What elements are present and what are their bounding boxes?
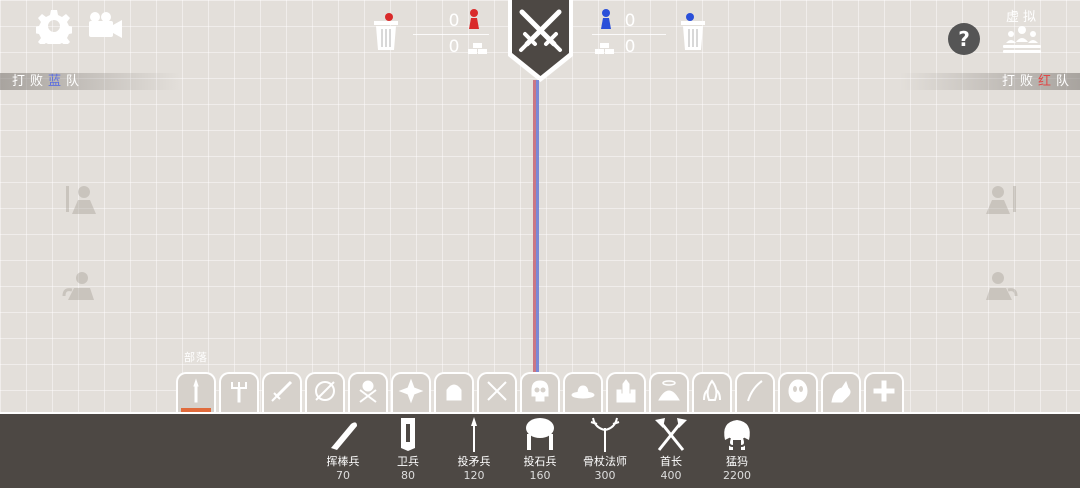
tab-dynasty[interactable]: [391, 372, 431, 412]
unit-count-left-icon: [64, 182, 100, 218]
unit-clubber[interactable]: 挥棒兵 70: [308, 416, 378, 483]
tab-spooky[interactable]: [520, 372, 560, 412]
cowboy-hat-icon: [570, 378, 596, 408]
tab-legacy[interactable]: [606, 372, 646, 412]
unit-bone-mage[interactable]: 骨杖法师 300: [570, 416, 640, 483]
red-unit-count: 0: [448, 11, 460, 31]
blue-pawn-icon: [598, 8, 614, 30]
crossed-axes-icon: [651, 416, 691, 452]
tab-ancient[interactable]: [305, 372, 345, 412]
start-battle-crossed-swords-icon[interactable]: [506, 0, 575, 84]
red-pawn-icon: [466, 8, 482, 30]
sword-icon: [269, 378, 295, 408]
score-divider: [592, 34, 666, 35]
unit-chieftain[interactable]: 首长 400: [636, 416, 706, 483]
viking-axe-icon: [355, 378, 381, 408]
shield-icon: [312, 378, 338, 408]
defeat-suffix: 队: [1055, 74, 1074, 89]
unit-name: 首长: [660, 455, 682, 468]
unit-name: 投石兵: [523, 455, 557, 468]
defeat-prefix: 打败: [1001, 74, 1038, 89]
tab-good[interactable]: [649, 372, 689, 412]
camera-icon[interactable]: [86, 10, 124, 40]
score-divider: [413, 34, 489, 35]
shuriken-icon: [398, 378, 424, 408]
boulder-icon: [520, 416, 560, 452]
tall-shield-icon: [388, 416, 428, 452]
unit-cost: 160: [529, 469, 551, 482]
halo-icon: [656, 378, 682, 408]
unit-protector[interactable]: 卫兵 80: [373, 416, 443, 483]
mammoth-icon: [717, 416, 757, 452]
battlefield-divider: [533, 80, 539, 410]
help-button[interactable]: ?: [948, 23, 980, 55]
faction-label: 部落: [184, 351, 208, 364]
castle-icon: [613, 378, 639, 408]
flame-icon: [699, 378, 725, 408]
unit-name: 投矛兵: [457, 455, 491, 468]
plus-icon: [871, 378, 897, 408]
spear-icon: [454, 416, 494, 452]
unit-name: 猛犸: [726, 455, 748, 468]
scythe-icon: [742, 378, 768, 408]
mask-icon: [785, 378, 811, 408]
tab-renaissance[interactable]: [434, 372, 474, 412]
helmet-icon: [441, 378, 467, 408]
antler-staff-icon: [585, 416, 625, 452]
club-icon: [323, 416, 363, 452]
tab-farmer[interactable]: [219, 372, 259, 412]
pose-right-icon: [982, 268, 1018, 304]
pose-left-icon: [62, 268, 98, 304]
unit-name: 卫兵: [397, 455, 419, 468]
clear-red-trash-icon[interactable]: [373, 12, 399, 52]
unit-name: 骨杖法师: [583, 455, 627, 468]
tab-add[interactable]: [864, 372, 904, 412]
gear-icon[interactable]: [34, 8, 74, 50]
simulate-label: 虚拟: [1005, 10, 1040, 25]
unit-spear-thrower[interactable]: 投矛兵 120: [439, 416, 509, 483]
tab-tribal[interactable]: [176, 372, 216, 412]
unit-cost: 80: [401, 469, 415, 482]
unit-cost: 300: [594, 469, 616, 482]
tab-custom[interactable]: [778, 372, 818, 412]
unit-cost: 70: [336, 469, 350, 482]
unit-cost: 2200: [723, 469, 751, 482]
faction-tabs: [176, 372, 904, 412]
tab-medieval[interactable]: [262, 372, 302, 412]
red-gold-count: 0: [448, 37, 460, 57]
tab-evil[interactable]: [692, 372, 732, 412]
clear-blue-trash-icon[interactable]: [680, 12, 706, 52]
simulate-crowd-icon[interactable]: [1002, 24, 1042, 54]
gold-icon: [466, 40, 490, 54]
blue-unit-count: 0: [624, 11, 636, 31]
unit-cost: 120: [463, 469, 485, 482]
unit-mammoth[interactable]: 猛犸 2200: [702, 416, 772, 483]
dragon-icon: [828, 378, 854, 408]
objective-defeat-red: 打败红队: [900, 73, 1080, 90]
unit-stoner[interactable]: 投石兵 160: [505, 416, 575, 483]
defeat-team-blue: 蓝: [48, 74, 67, 89]
unit-cost: 400: [660, 469, 682, 482]
pitchfork-icon: [226, 378, 252, 408]
objective-defeat-blue: 打败蓝队: [0, 73, 180, 90]
spear-icon: [183, 378, 209, 408]
defeat-team-red: 红: [1037, 74, 1056, 89]
tab-pirate[interactable]: [477, 372, 517, 412]
defeat-prefix: 打败: [12, 74, 49, 89]
tab-extra[interactable]: [821, 372, 861, 412]
skull-icon: [527, 378, 553, 408]
tab-secret[interactable]: [735, 372, 775, 412]
tab-wildwest[interactable]: [563, 372, 603, 412]
crossed-sabres-icon: [484, 378, 510, 408]
unit-count-right-icon: [982, 182, 1018, 218]
unit-name: 挥棒兵: [326, 455, 360, 468]
gold-icon: [593, 40, 617, 54]
defeat-suffix: 队: [66, 74, 85, 89]
tab-viking[interactable]: [348, 372, 388, 412]
blue-gold-count: 0: [624, 37, 636, 57]
